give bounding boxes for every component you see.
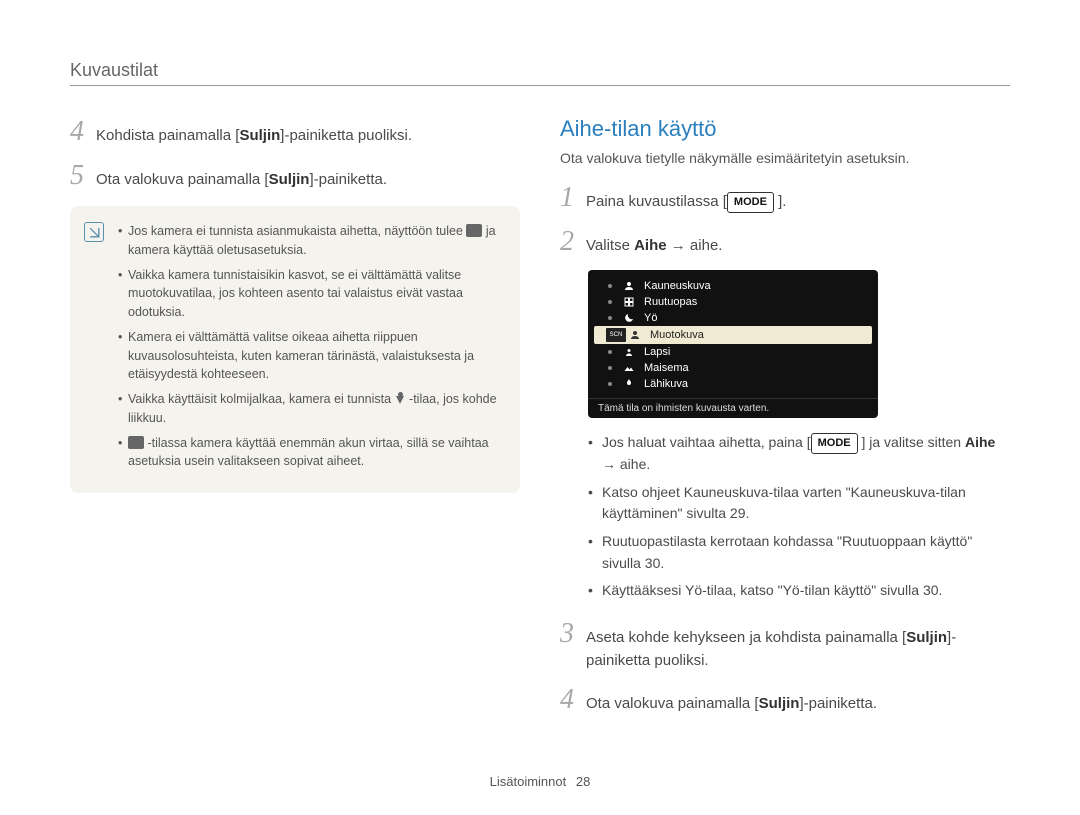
text: Ota valokuva painamalla [ bbox=[96, 171, 269, 188]
lcd-menu-item: Ruutuopas bbox=[588, 294, 878, 310]
step-5: 5 Ota valokuva painamalla [Suljin]-paini… bbox=[70, 160, 520, 192]
camera-auto-icon bbox=[466, 224, 482, 237]
mode-icon bbox=[623, 296, 635, 308]
footer-label: Lisätoiminnot bbox=[490, 774, 567, 789]
info-item: Vaikka kamera tunnistaisikin kasvot, se … bbox=[118, 266, 504, 322]
lcd-menu-item: Maisema bbox=[588, 360, 878, 376]
lcd-menu-item: Yö bbox=[588, 310, 878, 326]
step-text: Kohdista painamalla [Suljin]-painiketta … bbox=[96, 119, 412, 148]
step-text: Valitse Aihe → aihe. bbox=[586, 229, 722, 258]
lcd-item-label: Lapsi bbox=[644, 346, 670, 358]
lcd-menu-item: Lähikuva bbox=[588, 376, 878, 392]
info-item: Jos kamera ei tunnista asianmukaista aih… bbox=[118, 222, 504, 260]
text: Valitse bbox=[586, 237, 634, 254]
lcd-status-bar: Tämä tila on ihmisten kuvausta varten. bbox=[588, 398, 878, 418]
text-bold: Aihe bbox=[965, 434, 995, 450]
text-bold: Suljin bbox=[239, 127, 280, 144]
mode-icon bbox=[629, 329, 641, 341]
lcd-item-label: Ruutuopas bbox=[644, 296, 697, 308]
step-text: Paina kuvaustilassa [MODE ]. bbox=[586, 185, 786, 214]
page-number: 28 bbox=[576, 774, 590, 789]
text: Ota valokuva painamalla [ bbox=[586, 695, 759, 712]
text: → aihe. bbox=[602, 456, 650, 472]
text: ]. bbox=[774, 193, 787, 210]
page-footer: Lisätoiminnot 28 bbox=[0, 774, 1080, 789]
step-3: 3 Aseta kohde kehykseen ja kohdista pain… bbox=[560, 618, 1010, 672]
text: Jos haluat vaihtaa aihetta, paina [ bbox=[602, 434, 811, 450]
lcd-menu-item: Lapsi bbox=[588, 344, 878, 360]
step-text: Ota valokuva painamalla [Suljin]-painike… bbox=[586, 687, 877, 716]
text: ]-painiketta puoliksi. bbox=[280, 127, 412, 144]
camera-lcd-preview: Kauneuskuva Ruutuopas Yö SCN Muotokuva Lapsi M… bbox=[588, 270, 878, 418]
camera-auto-icon bbox=[128, 436, 144, 449]
subsection-heading: Aihe-tilan käyttö bbox=[560, 116, 1010, 142]
step-4: 4 Kohdista painamalla [Suljin]-painikett… bbox=[70, 116, 520, 148]
text: ]-painiketta. bbox=[799, 695, 877, 712]
lcd-item-label: Lähikuva bbox=[644, 378, 688, 390]
lcd-item-label: Maisema bbox=[644, 362, 689, 374]
mode-icon bbox=[623, 312, 635, 324]
left-column: 4 Kohdista painamalla [Suljin]-painikett… bbox=[70, 116, 520, 728]
info-item: Vaikka käyttäisit kolmijalkaa, kamera ei… bbox=[118, 390, 504, 428]
step-text: Aseta kohde kehykseen ja kohdista painam… bbox=[586, 621, 1010, 672]
text-bold: Aihe bbox=[634, 237, 667, 254]
step-number: 4 bbox=[560, 684, 586, 716]
step-number: 3 bbox=[560, 618, 586, 650]
step-number: 2 bbox=[560, 226, 586, 258]
lcd-menu-item: SCN Muotokuva bbox=[594, 326, 872, 344]
step-number: 5 bbox=[70, 160, 96, 192]
text-bold: Suljin bbox=[759, 695, 800, 712]
mode-icon bbox=[623, 346, 635, 358]
list-item: Käyttääksesi Yö-tilaa, katso "Yö-tilan k… bbox=[588, 580, 1010, 602]
lcd-menu-item: Kauneuskuva bbox=[588, 278, 878, 294]
right-column: Aihe-tilan käyttö Ota valokuva tietylle … bbox=[560, 116, 1010, 728]
text: ]-painiketta. bbox=[309, 171, 387, 188]
text: Jos kamera ei tunnista asianmukaista aih… bbox=[128, 224, 466, 238]
step-4-right: 4 Ota valokuva painamalla [Suljin]-paini… bbox=[560, 684, 1010, 716]
text: -tilassa kamera käyttää enemmän akun vir… bbox=[128, 436, 489, 469]
text: → aihe. bbox=[667, 237, 723, 254]
subsection-intro: Ota valokuva tietylle näkymälle esimääri… bbox=[560, 150, 1010, 166]
section-title: Kuvaustilat bbox=[70, 60, 1010, 86]
text-bold: Suljin bbox=[269, 171, 310, 188]
mode-button-label: MODE bbox=[811, 433, 858, 454]
lcd-item-label: Yö bbox=[644, 312, 657, 324]
step-text: Ota valokuva painamalla [Suljin]-painike… bbox=[96, 163, 387, 192]
bullet-list: Jos haluat vaihtaa aihetta, paina [MODE … bbox=[588, 432, 1010, 602]
mode-icon bbox=[623, 362, 635, 374]
lcd-item-label: Muotokuva bbox=[650, 329, 704, 341]
step-number: 1 bbox=[560, 182, 586, 214]
text: Vaikka käyttäisit kolmijalkaa, kamera ei… bbox=[128, 392, 395, 406]
text-bold: Suljin bbox=[906, 629, 947, 646]
tripod-icon bbox=[395, 392, 406, 405]
scn-icon: SCN bbox=[606, 328, 626, 342]
lcd-item-label: Kauneuskuva bbox=[644, 280, 711, 292]
info-item: Kamera ei välttämättä valitse oikeaa aih… bbox=[118, 328, 504, 384]
text: Paina kuvaustilassa [ bbox=[586, 193, 727, 210]
info-item: -tilassa kamera käyttää enemmän akun vir… bbox=[118, 434, 504, 472]
step-1: 1 Paina kuvaustilassa [MODE ]. bbox=[560, 182, 1010, 214]
mode-icon bbox=[623, 378, 635, 390]
text: Kohdista painamalla [ bbox=[96, 127, 239, 144]
info-box: Jos kamera ei tunnista asianmukaista aih… bbox=[70, 206, 520, 493]
list-item: Katso ohjeet Kauneuskuva-tilaa varten "K… bbox=[588, 482, 1010, 525]
mode-icon bbox=[623, 280, 635, 292]
list-item: Jos haluat vaihtaa aihetta, paina [MODE … bbox=[588, 432, 1010, 476]
step-number: 4 bbox=[70, 116, 96, 148]
mode-button-label: MODE bbox=[727, 192, 774, 213]
text: ] ja valitse sitten bbox=[858, 434, 965, 450]
step-2: 2 Valitse Aihe → aihe. bbox=[560, 226, 1010, 258]
note-icon bbox=[84, 222, 104, 242]
list-item: Ruutuopastilasta kerrotaan kohdassa "Ruu… bbox=[588, 531, 1010, 574]
text: Aseta kohde kehykseen ja kohdista painam… bbox=[586, 629, 906, 646]
